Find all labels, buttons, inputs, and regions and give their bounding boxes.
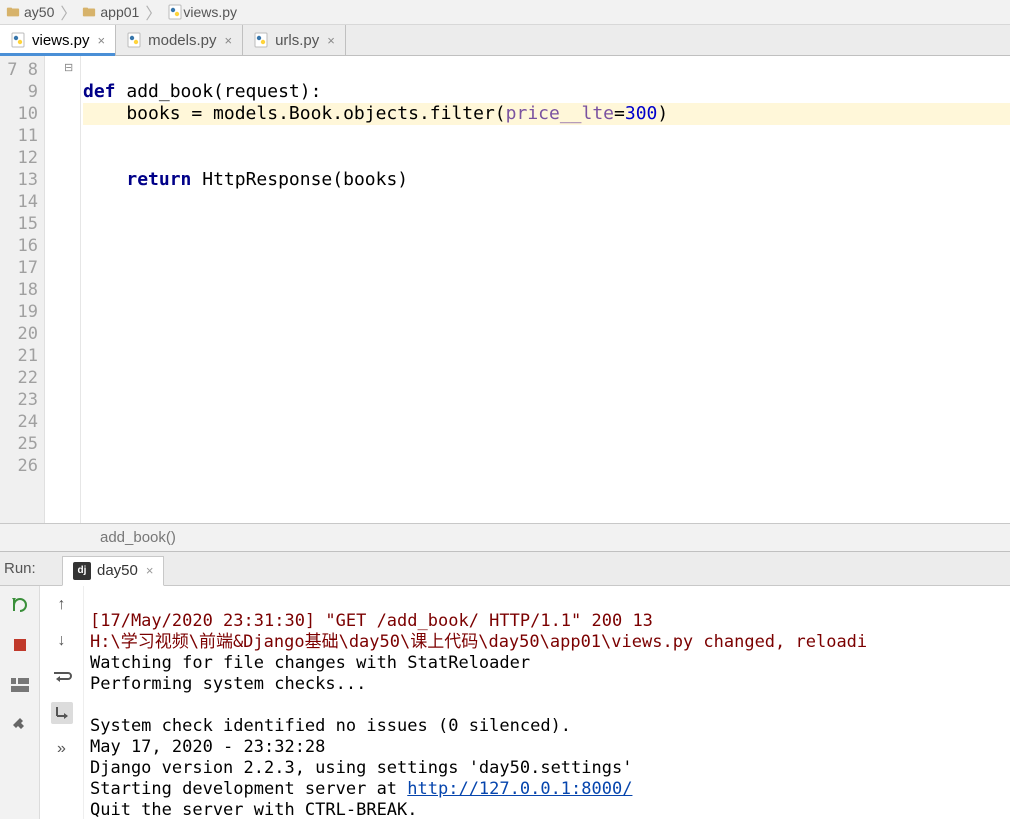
console-line: [17/May/2020 23:31:30] "GET /add_book/ H…	[90, 611, 653, 631]
rerun-icon[interactable]	[9, 594, 31, 616]
breadcrumb-label: views.py	[183, 4, 237, 20]
tab-views[interactable]: views.py ×	[0, 25, 116, 55]
code-number: 300	[625, 103, 658, 124]
python-file-icon	[126, 32, 142, 48]
console-line: H:\学习视频\前端&Django基础\day50\课上代码\day50\app…	[90, 632, 867, 652]
run-tool-header: Run: dj day50 ×	[0, 552, 1010, 586]
layout-icon[interactable]	[9, 674, 31, 696]
keyword-return: return	[126, 169, 191, 190]
code-area[interactable]: def add_book(request): books = models.Bo…	[81, 56, 1010, 523]
console-line: Starting development server at http://12…	[90, 779, 632, 799]
folder-icon	[82, 5, 100, 19]
tab-models[interactable]: models.py ×	[116, 25, 243, 55]
run-toolbar-right: ↑ ↓ »	[40, 586, 84, 819]
console-line: Django version 2.2.3, using settings 'da…	[90, 758, 632, 778]
breadcrumb-item-file[interactable]: views.py	[161, 4, 243, 20]
code-text: add_book(request):	[116, 81, 322, 102]
run-toolbar-left	[0, 586, 40, 819]
python-file-icon	[167, 4, 183, 20]
close-icon[interactable]: ×	[146, 563, 154, 578]
console-output[interactable]: [17/May/2020 23:31:30] "GET /add_book/ H…	[84, 586, 1010, 819]
chevron-right-icon: 〉	[60, 0, 76, 24]
close-icon[interactable]: ×	[225, 33, 233, 48]
code-text: )	[657, 103, 668, 124]
close-icon[interactable]: ×	[327, 33, 335, 48]
stop-icon[interactable]	[9, 634, 31, 656]
folder-icon	[6, 5, 24, 19]
breadcrumb-label: ay50	[24, 4, 54, 20]
python-file-icon	[253, 32, 269, 48]
pin-icon[interactable]	[9, 714, 31, 736]
console-line: Watching for file changes with StatReloa…	[90, 653, 530, 673]
fold-collapse-icon[interactable]: ⊟	[64, 61, 76, 73]
more-icon[interactable]: »	[51, 738, 73, 760]
fold-column: ⊟	[45, 56, 81, 523]
breadcrumb-item-project[interactable]: ay50	[0, 4, 60, 20]
python-file-icon	[10, 32, 26, 48]
code-text: HttpResponse(books)	[191, 169, 408, 190]
keyword-def: def	[83, 81, 116, 102]
django-icon: dj	[73, 562, 91, 580]
chevron-right-icon: 〉	[145, 0, 161, 24]
run-label: Run:	[0, 560, 62, 577]
breadcrumb-label: app01	[100, 4, 139, 20]
console-line: Performing system checks...	[90, 674, 366, 694]
console-line: May 17, 2020 - 23:32:28	[90, 737, 325, 757]
editor-tabbar: views.py × models.py × urls.py ×	[0, 25, 1010, 56]
line-number-gutter: 7 8 9 10 11 12 13 14 15 16 17 18 19 20 2…	[0, 56, 45, 523]
scope-bar: add_book()	[0, 524, 1010, 552]
breadcrumb: ay50 〉 app01 〉 views.py	[0, 0, 1010, 25]
console-line: System check identified no issues (0 sil…	[90, 716, 571, 736]
run-tool-window: ↑ ↓ » [17/May/2020 23:31:30] "GET /add_b…	[0, 586, 1010, 819]
code-text: =	[614, 103, 625, 124]
code-text: books = models.Book.objects.filter(	[83, 103, 506, 124]
console-line: Quit the server with CTRL-BREAK.	[90, 800, 418, 819]
close-icon[interactable]: ×	[98, 33, 106, 48]
tab-urls[interactable]: urls.py ×	[243, 25, 346, 55]
soft-wrap-icon[interactable]	[51, 666, 73, 688]
tab-label: models.py	[148, 32, 216, 49]
breadcrumb-item-folder[interactable]: app01	[76, 4, 145, 20]
tab-label: views.py	[32, 32, 90, 49]
run-config-name: day50	[97, 562, 138, 579]
scope-label: add_book()	[100, 529, 176, 546]
arrow-down-icon[interactable]: ↓	[51, 630, 73, 652]
code-kwarg: price__lte	[506, 103, 614, 124]
arrow-up-icon[interactable]: ↑	[51, 594, 73, 616]
code-editor[interactable]: 7 8 9 10 11 12 13 14 15 16 17 18 19 20 2…	[0, 56, 1010, 524]
tab-label: urls.py	[275, 32, 319, 49]
scroll-to-end-icon[interactable]	[51, 702, 73, 724]
run-config-tab[interactable]: dj day50 ×	[62, 556, 164, 586]
server-url-link[interactable]: http://127.0.0.1:8000/	[407, 779, 632, 799]
